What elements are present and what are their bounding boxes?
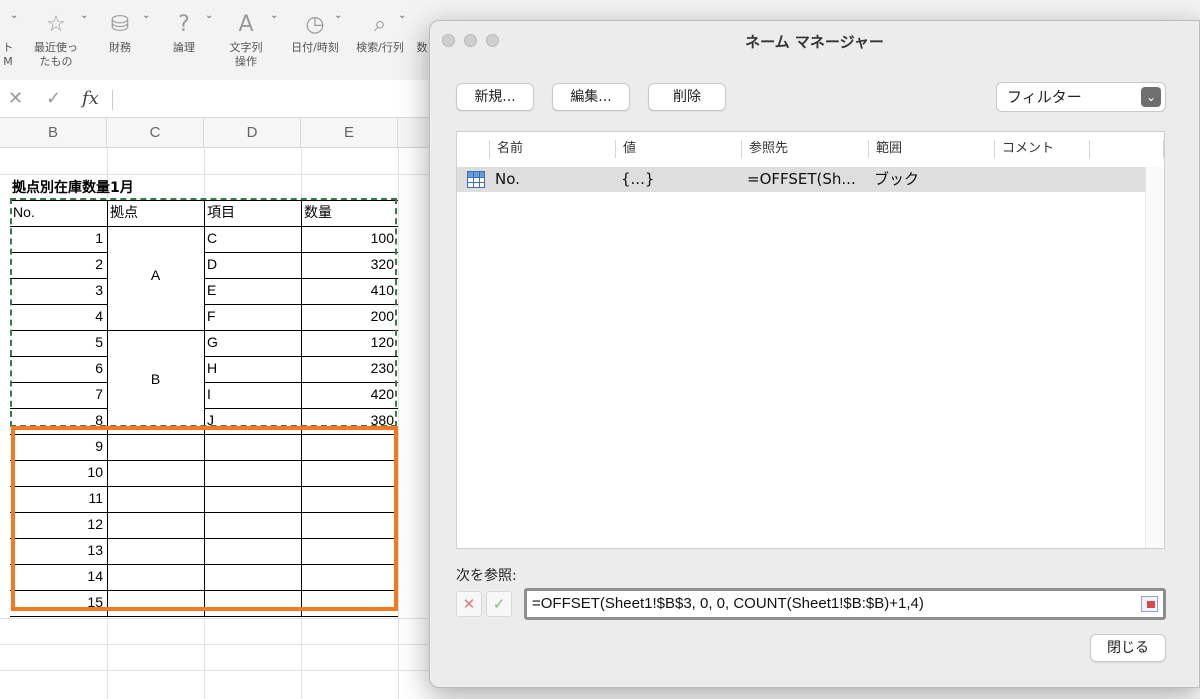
edit-button[interactable]: 編集... <box>552 83 630 111</box>
chevron-down-icon[interactable]: ⌄ <box>398 10 406 21</box>
ribbon-label: 数 <box>416 41 428 54</box>
column-header-b[interactable]: B <box>0 118 107 148</box>
column-header-d[interactable]: D <box>204 118 301 148</box>
table-title: 拠点別在庫数量1月 <box>12 180 134 196</box>
names-list[interactable]: 名前 値 参照先 範囲 コメント No. {...} =OFFSET(Sh...… <box>456 131 1165 549</box>
ribbon-text-button[interactable]: A 文字列 操作 <box>220 0 272 69</box>
entry-refers-to: =OFFSET(Sh... <box>747 170 856 188</box>
ribbon-label: 財務 <box>109 41 131 54</box>
chevron-down-icon[interactable]: ⌄ <box>10 10 18 21</box>
refers-to-label: 次を参照: <box>456 568 517 584</box>
list-item[interactable]: No. {...} =OFFSET(Sh... ブック <box>457 167 1145 192</box>
ribbon-label-sub: たもの <box>39 55 73 68</box>
named-range-icon <box>467 171 485 188</box>
col-scope[interactable]: 範囲 <box>868 132 902 166</box>
star-icon: ☆ <box>46 12 66 37</box>
ribbon-label: 最近使っ <box>34 41 78 54</box>
delete-button[interactable]: 削除 <box>648 83 726 111</box>
refers-to-field[interactable]: =OFFSET(Sheet1!$B$3, 0, 0, COUNT(Sheet1!… <box>524 588 1166 620</box>
filter-dropdown[interactable]: フィルター ⌄ <box>996 82 1166 112</box>
column-divider <box>1089 140 1090 158</box>
entry-name: No. <box>495 170 520 188</box>
insert-function-icon[interactable]: fx <box>82 88 99 109</box>
ribbon-label: 検索/行列 <box>356 41 404 54</box>
ribbon-financial-button[interactable]: ⛁ 財務 <box>96 0 144 55</box>
column-divider <box>1163 140 1164 158</box>
column-header-c[interactable]: C <box>107 118 204 148</box>
coins-icon: ⛁ <box>110 12 130 37</box>
entry-value: {...} <box>621 170 655 188</box>
column-header-e[interactable]: E <box>301 118 398 148</box>
ribbon-logical-button[interactable]: ? 論理 <box>160 0 208 55</box>
ribbon-datetime-button[interactable]: ◷ 日付/時刻 <box>284 0 346 55</box>
text-icon: A <box>238 12 254 37</box>
chevron-down-icon: ⌄ <box>1141 87 1161 107</box>
ribbon-label: 日付/時刻 <box>291 41 339 54</box>
new-button[interactable]: 新規... <box>456 83 534 111</box>
ribbon-lookup-button[interactable]: ⌕ 検索/行列 <box>350 0 410 55</box>
col-comment[interactable]: コメント <box>994 132 1054 166</box>
col-value[interactable]: 値 <box>615 132 636 166</box>
question-icon: ? <box>178 12 190 37</box>
ribbon-label-sub: 操作 <box>235 55 257 68</box>
name-manager-dialog: ネーム マネージャー 新規... 編集... 削除 フィルター ⌄ 名前 値 参… <box>429 20 1200 688</box>
collapse-dialog-icon[interactable] <box>1141 596 1158 612</box>
ribbon-recent-button[interactable]: ☆ 最近使っ たもの <box>28 0 84 69</box>
ribbon-math-button[interactable]: 数 <box>414 0 430 55</box>
chevron-down-icon[interactable]: ⌄ <box>205 10 213 21</box>
dialog-titlebar[interactable]: ネーム マネージャー <box>430 21 1199 61</box>
ribbon-label: 文字列 <box>229 41 263 54</box>
entry-scope: ブック <box>874 170 920 188</box>
table-border-line <box>10 616 398 617</box>
col-refers-to[interactable]: 参照先 <box>741 132 788 166</box>
col-name[interactable]: 名前 <box>489 132 523 166</box>
ribbon-label-sub: M <box>3 55 13 68</box>
column-divider <box>741 140 742 158</box>
column-divider <box>994 140 995 158</box>
chevron-down-icon[interactable]: ⌄ <box>334 10 342 21</box>
formula-bar-divider <box>112 90 113 110</box>
ribbon-label: ト <box>2 41 14 54</box>
list-scrollbar[interactable] <box>1145 167 1164 548</box>
theta-icon <box>414 0 430 32</box>
ribbon-label: 論理 <box>173 41 195 54</box>
chevron-down-icon[interactable]: ⌄ <box>80 10 88 21</box>
enter-formula-icon[interactable]: ✓ <box>46 88 61 109</box>
column-divider <box>868 140 869 158</box>
filter-label: フィルター <box>1007 88 1082 106</box>
gridline <box>398 148 399 699</box>
highlight-frame <box>11 426 398 611</box>
chevron-down-icon[interactable]: ⌄ <box>142 10 150 21</box>
dialog-title: ネーム マネージャー <box>745 33 884 51</box>
column-divider <box>615 140 616 158</box>
copy-selection-marquee <box>10 198 397 427</box>
cancel-formula-icon[interactable]: ✕ <box>8 88 23 109</box>
chevron-down-icon[interactable]: ⌄ <box>270 10 278 21</box>
refers-to-formula: =OFFSET(Sheet1!$B$3, 0, 0, COUNT(Sheet1!… <box>532 595 924 612</box>
column-divider <box>489 140 490 158</box>
cancel-edit-button[interactable]: ✕ <box>456 591 482 617</box>
close-button[interactable]: 閉じる <box>1090 634 1166 662</box>
confirm-edit-button[interactable]: ✓ <box>486 591 512 617</box>
